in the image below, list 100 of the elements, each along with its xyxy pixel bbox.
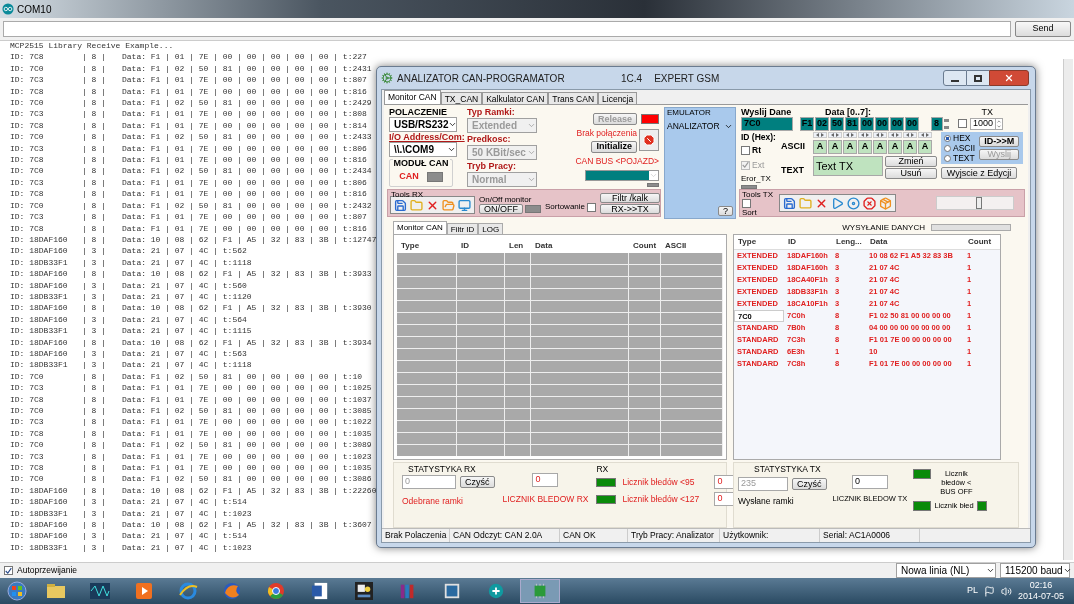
- tab[interactable]: Licencja: [598, 92, 638, 104]
- data-byte-field[interactable]: 00: [905, 116, 919, 131]
- log-id: ID: 7C3: [10, 176, 45, 189]
- nudge-arrows-icon[interactable]: [888, 132, 902, 138]
- log-length: | 8 |: [82, 473, 107, 485]
- button[interactable]: RX->>TX: [600, 204, 661, 214]
- radio-button[interactable]: HEX: [944, 133, 976, 143]
- data-byte-field[interactable]: 02: [815, 116, 829, 131]
- input-field[interactable]: [3, 21, 1011, 37]
- scrollbar[interactable]: [1063, 59, 1073, 560]
- checkbox[interactable]: [4, 566, 13, 575]
- data-byte-field[interactable]: 00: [890, 116, 904, 131]
- id-field[interactable]: 7C0: [741, 116, 793, 131]
- log-length: | 3 |: [82, 359, 107, 371]
- dropdown[interactable]: ANALIZATOR: [667, 120, 733, 133]
- ascii-field[interactable]: A: [918, 140, 932, 154]
- nudge-arrows-icon[interactable]: [828, 132, 842, 138]
- text-field[interactable]: Text TX: [813, 156, 883, 176]
- package-icon: [879, 196, 892, 210]
- input-field[interactable]: 0: [532, 473, 559, 487]
- dropdown[interactable]: Nowa linia (NL): [896, 563, 996, 578]
- radio-button[interactable]: ASCII: [944, 143, 976, 153]
- nudge-arrows-icon[interactable]: [918, 132, 932, 138]
- folder-icon: [410, 198, 423, 212]
- send-button[interactable]: Send: [1015, 21, 1071, 37]
- log-length: | 8 |: [82, 51, 107, 63]
- data-byte-field[interactable]: 00: [860, 116, 874, 131]
- log-length: | 8 |: [82, 382, 107, 394]
- ascii-field[interactable]: A: [903, 140, 917, 154]
- toolbar-title: Tools TX: [742, 189, 773, 199]
- data-byte-field[interactable]: 00: [875, 116, 889, 131]
- log-data: Data: 10 | 08 | 62 | F1 | A5 | 32 | 83 | 3B | t:3934: [122, 336, 372, 348]
- button[interactable]: Filtr /kalk: [600, 193, 661, 203]
- ascii-field[interactable]: A: [813, 140, 827, 154]
- slider-track[interactable]: [936, 196, 1014, 210]
- tab[interactable]: Kalkulator CAN: [482, 92, 549, 104]
- maximize-button[interactable]: [967, 70, 989, 86]
- checkbox[interactable]: [741, 145, 750, 155]
- nudge-arrows-icon[interactable]: [873, 132, 887, 138]
- caret-icon: [527, 121, 536, 130]
- nudge-arrows-icon[interactable]: [858, 132, 872, 138]
- dropdown[interactable]: \\.\COM9: [389, 142, 457, 157]
- log-length: | 8 |: [82, 108, 107, 120]
- button[interactable]: Wyjscie z Edycji: [941, 167, 1017, 179]
- log-length: | 8 |: [82, 211, 107, 223]
- data-byte-field[interactable]: 81: [845, 116, 859, 131]
- tab[interactable]: Monitor CAN: [393, 221, 447, 234]
- button[interactable]: ON/OFF: [479, 204, 523, 214]
- log-data: Data: 21 | 07 | 4C | t:1118: [122, 359, 252, 371]
- tab[interactable]: Trans CAN: [548, 92, 599, 104]
- nudge-arrows-icon[interactable]: [813, 132, 827, 138]
- checkbox[interactable]: [742, 198, 751, 208]
- button[interactable]: ID->>M: [979, 136, 1020, 147]
- ascii-field[interactable]: A: [873, 140, 887, 154]
- save-icon: [783, 196, 796, 210]
- log-header: MCP2515 Library Receive Example...: [10, 41, 174, 50]
- field-label: Data [0..7]:: [825, 107, 871, 117]
- log-data: Data: F1 | 01 | 7E | 00 | 00 | 00 | 00 | 00 | t:806: [122, 176, 367, 189]
- button[interactable]: Initialize: [591, 140, 637, 153]
- help-button[interactable]: ?: [718, 206, 733, 216]
- spinner-icon[interactable]: [944, 118, 949, 129]
- nudge-arrows-icon[interactable]: [843, 132, 857, 138]
- data-byte-field[interactable]: F1: [800, 116, 814, 131]
- field-label: Wysłane ramki: [738, 495, 795, 508]
- button[interactable]: Czyść: [792, 478, 827, 490]
- tab[interactable]: Monitor CAN: [384, 90, 441, 104]
- close-button[interactable]: [989, 70, 1029, 86]
- button[interactable]: Usuń: [885, 168, 937, 179]
- close-icon: [1004, 73, 1014, 83]
- play-icon: [831, 196, 844, 210]
- log-id: ID: 18DB33F1: [10, 325, 69, 337]
- minimize-button[interactable]: [943, 70, 967, 86]
- field-label: Sort: [742, 207, 758, 217]
- log-data: Data: F1 | 02 | 50 | 81 | 00 | 00 | 00 | 00 | t:3086: [122, 473, 372, 485]
- checkbox[interactable]: [587, 202, 597, 212]
- button[interactable]: Czyść: [460, 476, 495, 488]
- length-field[interactable]: 8: [931, 116, 943, 131]
- log-data: Data: F1 | 01 | 7E | 00 | 00 | 00 | 00 | 00 | t:816: [122, 188, 367, 200]
- dropdown[interactable]: USB/RS232: [389, 117, 457, 132]
- tab[interactable]: TX_CAN: [440, 92, 483, 104]
- ascii-field[interactable]: A: [858, 140, 872, 154]
- monitor-icon: [458, 198, 471, 212]
- button[interactable]: Zmień: [885, 156, 937, 167]
- slider-thumb[interactable]: [975, 197, 982, 209]
- nudge-arrows-icon[interactable]: [903, 132, 917, 138]
- ascii-field[interactable]: A: [888, 140, 902, 154]
- data-byte-field[interactable]: 50: [830, 116, 844, 131]
- checkbox[interactable]: [958, 119, 967, 128]
- ascii-field[interactable]: A: [843, 140, 857, 154]
- column-header: Type: [400, 239, 421, 252]
- stop-button[interactable]: [639, 128, 659, 151]
- input-field[interactable]: 0: [851, 475, 888, 489]
- number-field[interactable]: 1000: [970, 117, 1004, 130]
- dropdown[interactable]: 115200 baud: [1000, 563, 1070, 578]
- log-id: ID: 18DB33F1: [10, 256, 69, 269]
- radio-button[interactable]: TEXT: [944, 153, 976, 163]
- log-id: ID: 7C0: [10, 199, 45, 212]
- log-data: Data: F1 | 01 | 7E | 00 | 00 | 00 | 00 | 00 | t:814: [122, 119, 367, 132]
- ascii-field[interactable]: A: [828, 140, 842, 154]
- dropdown[interactable]: [585, 169, 659, 182]
